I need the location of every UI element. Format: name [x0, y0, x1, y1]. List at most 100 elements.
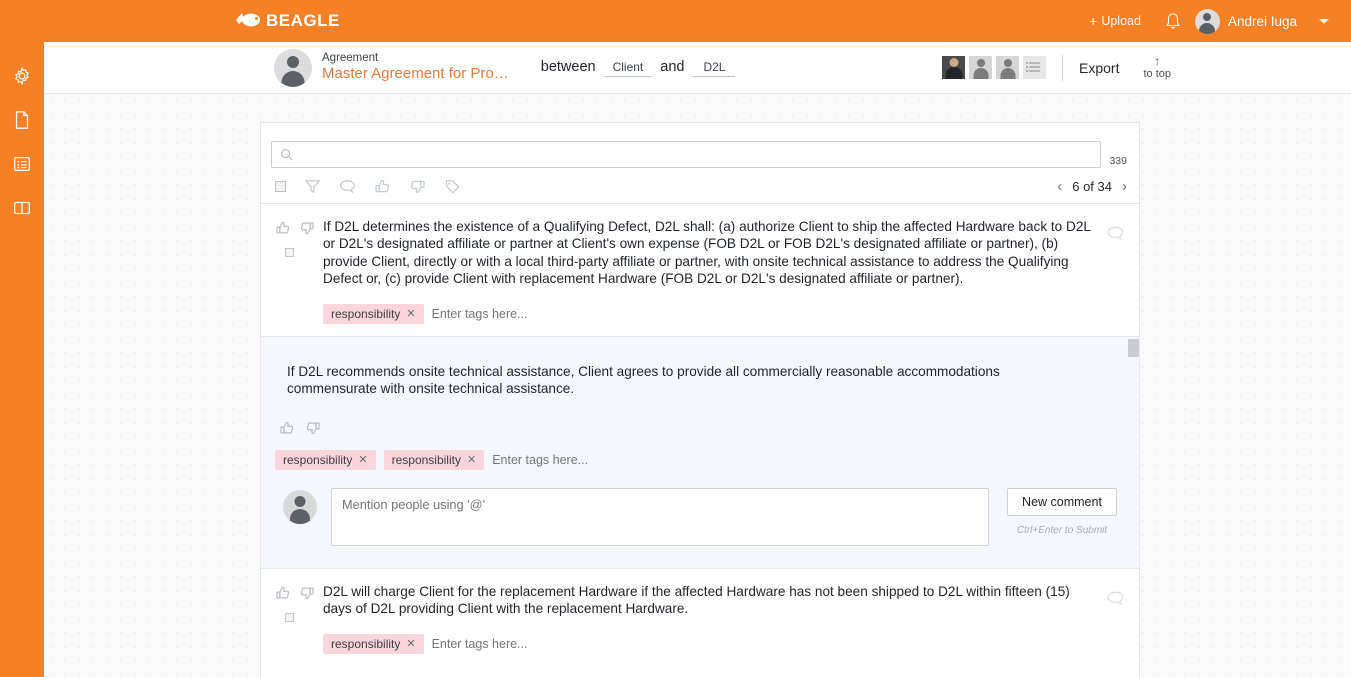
thumbs-up-icon[interactable]	[275, 220, 291, 236]
clause-content: If D2L determines the existence of a Qua…	[323, 218, 1139, 324]
tag-label: responsibility	[283, 452, 353, 467]
tag-label: responsibility	[331, 636, 401, 651]
upload-label: Upload	[1101, 14, 1141, 28]
select-all-checkbox[interactable]	[275, 181, 286, 192]
document-header: Agreement Master Agreement for Pro… betw…	[44, 42, 1351, 94]
user-menu[interactable]: Andrei Iuga	[1194, 8, 1297, 34]
search-box[interactable]	[271, 141, 1102, 168]
comment-actions: New comment Ctrl+Enter to Submit	[1003, 487, 1121, 536]
clause-gutter	[261, 583, 323, 654]
comment-icon[interactable]	[1106, 224, 1125, 248]
upload-button[interactable]: + Upload	[1079, 10, 1151, 32]
tag-row: responsibility ✕ responsibility ✕	[261, 436, 1139, 470]
collaborator-avatars	[942, 56, 1046, 79]
parties-row: between Client and D2L	[541, 59, 736, 77]
party-b-field[interactable]: D2L	[693, 60, 736, 77]
comment-icon[interactable]	[1106, 589, 1125, 613]
plus-icon: +	[1089, 13, 1098, 29]
tag-icon[interactable]	[444, 178, 461, 195]
document-titles: Agreement Master Agreement for Pro…	[322, 51, 509, 84]
thumbs-down-icon[interactable]	[409, 178, 426, 195]
remove-tag-icon[interactable]: ✕	[358, 453, 367, 466]
to-top-button[interactable]: ↑ to top	[1143, 53, 1171, 81]
document-canvas: 339 ‹ 6 of 34 › If D2L determines the ex…	[44, 94, 1351, 677]
comment-input[interactable]	[331, 487, 989, 546]
tag-input[interactable]	[431, 306, 612, 321]
clause-text: D2L will charge Client for the replaceme…	[323, 583, 1070, 617]
export-button[interactable]: Export	[1079, 60, 1119, 76]
tag-chip[interactable]: responsibility ✕	[275, 449, 376, 470]
tag-input[interactable]	[431, 636, 612, 651]
vote-controls	[275, 585, 323, 601]
clause-checkbox[interactable]	[285, 612, 294, 622]
collaborator-avatar[interactable]	[942, 56, 965, 79]
collaborator-avatar[interactable]	[969, 56, 992, 79]
tag-chip[interactable]: responsibility ✕	[323, 303, 424, 324]
clause-text: If D2L recommends onsite technical assis…	[287, 363, 1000, 397]
remove-tag-icon[interactable]: ✕	[406, 637, 415, 650]
thumbs-up-icon[interactable]	[275, 585, 291, 601]
thumbs-up-icon[interactable]	[279, 420, 295, 436]
list-icon[interactable]	[12, 154, 32, 174]
to-top-label: to top	[1143, 68, 1171, 81]
collaborator-avatar[interactable]	[996, 56, 1019, 79]
party-a-field[interactable]: Client	[604, 60, 652, 77]
arrow-up-icon: ↑	[1154, 53, 1161, 68]
chevron-right-icon[interactable]: ›	[1122, 179, 1127, 194]
remove-tag-icon[interactable]: ✕	[467, 453, 476, 466]
pagination: ‹ 6 of 34 ›	[1057, 179, 1127, 194]
user-name: Andrei Iuga	[1227, 13, 1297, 29]
top-bar-actions: + Upload Andrei Iuga	[1079, 0, 1351, 42]
brand-name: BEAGLE	[266, 11, 340, 30]
tag-row: responsibility ✕	[323, 303, 1093, 324]
pagination-label: 6 of 34	[1072, 179, 1112, 194]
clause-row: D2L will charge Client for the replaceme…	[261, 567, 1139, 666]
tag-row: responsibility ✕	[323, 633, 1093, 654]
tag-label: responsibility	[391, 452, 461, 467]
thumbs-down-icon[interactable]	[305, 420, 321, 436]
clause-gutter	[261, 218, 323, 324]
divider	[1062, 54, 1063, 81]
vote-controls	[261, 398, 1139, 436]
comment-icon[interactable]	[339, 178, 356, 195]
document-header-actions: Export ↑ to top	[942, 53, 1351, 81]
left-sidebar	[0, 42, 44, 677]
chevron-down-icon[interactable]	[1319, 18, 1329, 24]
thumbs-up-icon[interactable]	[374, 178, 391, 195]
document-icon[interactable]	[12, 110, 32, 130]
thumbs-down-icon[interactable]	[299, 585, 315, 601]
clause-checkbox[interactable]	[285, 248, 294, 257]
avatar	[1194, 8, 1220, 34]
scrollbar-handle[interactable]	[1128, 338, 1139, 357]
new-comment-button[interactable]: New comment	[1007, 487, 1117, 516]
chevron-left-icon[interactable]: ‹	[1057, 179, 1062, 194]
vote-controls	[275, 220, 323, 236]
tag-input[interactable]	[492, 452, 673, 467]
clause-content: D2L will charge Client for the replaceme…	[323, 583, 1139, 654]
tag-chip[interactable]: responsibility ✕	[383, 449, 485, 470]
clause-row: If D2L determines the existence of a Qua…	[261, 203, 1139, 336]
comment-submit-hint: Ctrl+Enter to Submit	[1016, 524, 1108, 536]
result-count: 339	[1109, 155, 1127, 167]
and-label: and	[660, 58, 685, 75]
tag-label: responsibility	[331, 306, 401, 321]
bell-icon[interactable]	[1165, 12, 1181, 30]
search-row: 339	[261, 123, 1139, 168]
clause-text: If D2L determines the existence of a Qua…	[323, 219, 1091, 287]
page-title[interactable]: Master Agreement for Pro…	[322, 65, 509, 84]
split-panel-icon[interactable]	[12, 198, 32, 218]
filter-funnel-icon[interactable]	[304, 178, 321, 195]
document-avatar	[274, 48, 312, 87]
search-icon	[281, 149, 293, 161]
thumbs-down-icon[interactable]	[299, 220, 315, 236]
collaborator-list-icon[interactable]	[1023, 56, 1046, 79]
clause-toolbar: ‹ 6 of 34 ›	[261, 168, 1139, 203]
clause-row-highlighted: If D2L recommends onsite technical assis…	[261, 335, 1139, 568]
search-input[interactable]	[299, 147, 1093, 162]
brand-logo[interactable]: BEAGLE	[234, 11, 340, 31]
gear-icon[interactable]	[12, 66, 32, 86]
tag-chip[interactable]: responsibility ✕	[323, 633, 424, 654]
beagle-dog-logo-icon	[236, 13, 260, 27]
top-navigation-bar: BEAGLE + Upload Andrei Iuga	[0, 0, 1351, 42]
remove-tag-icon[interactable]: ✕	[406, 307, 415, 320]
